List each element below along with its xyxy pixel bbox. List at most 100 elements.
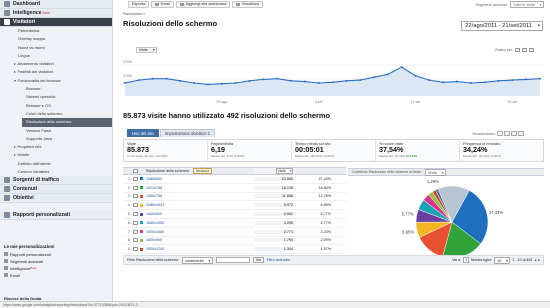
row-resolution-link[interactable]: 1024x768	[146, 186, 254, 190]
row-resolution-link[interactable]: 1280x1024	[146, 203, 254, 207]
email-icon	[4, 273, 8, 277]
sidebar-item-java[interactable]: Supporto Java	[0, 135, 112, 143]
segments-select[interactable]: Tutte le visite	[509, 1, 544, 8]
row-checkbox[interactable]	[133, 238, 138, 243]
sidebar-item-risoluzioni[interactable]: Risoluzioni dello schermo	[22, 118, 112, 127]
metric-dropdown[interactable]: Visite	[136, 47, 157, 53]
row-visits: 23.550	[254, 176, 296, 181]
row-resolution-link[interactable]: 1920x1080	[146, 230, 254, 234]
table-row[interactable]: 9. 1920x1200 1.344 1,57%	[123, 245, 346, 255]
row-color-swatch	[140, 230, 143, 234]
reports-icon	[4, 252, 8, 256]
row-resolution-link[interactable]: 1440x900	[146, 212, 254, 216]
email-button[interactable]: Email	[151, 1, 175, 8]
row-visits: 4.962	[254, 212, 296, 217]
day-icon[interactable]	[515, 48, 520, 52]
row-resolution-link[interactable]: 1680x1050	[146, 221, 254, 225]
row-percent: 18,80%	[318, 185, 331, 190]
rows-per-page-select[interactable]: 10	[494, 256, 511, 264]
sidebar-item-definito[interactable]: Definito dall'utente	[0, 160, 112, 168]
sidebar-item-custom[interactable]: Custom Variables	[0, 168, 112, 176]
visits-line-chart[interactable]: 4.000 4.000 29 ago 5 set 12 set 19 set	[121, 55, 544, 105]
prev-page-icon[interactable]: ◂	[534, 258, 536, 262]
settings-item-segments[interactable]: Segmenti avanzati	[4, 258, 109, 265]
sidebar-item-lingue[interactable]: Lingue	[0, 52, 112, 60]
tab-goal-set[interactable]: Impostazione obiettivo 1	[159, 129, 216, 137]
table-row[interactable]: 3. 1366x768 11.836 13,78%	[123, 193, 346, 202]
row-checkbox[interactable]	[133, 203, 138, 208]
next-page-icon[interactable]: ▸	[538, 258, 540, 262]
nav-sorgenti[interactable]: Sorgenti di traffico	[0, 176, 112, 186]
row-checkbox[interactable]	[133, 194, 138, 199]
secondary-dimension-select[interactable]: Nessuna	[193, 168, 213, 174]
settings-item-reports[interactable]: Rapporti personalizzati	[4, 251, 109, 258]
sidebar-item-panoramica[interactable]: Panoramica	[0, 27, 112, 35]
month-icon[interactable]	[529, 48, 534, 52]
row-checkbox[interactable]	[133, 176, 138, 181]
row-resolution-link[interactable]: 1920x1200	[146, 247, 254, 251]
sidebar-item-rete[interactable]: Proprietà rete	[0, 143, 112, 151]
table-row[interactable]: 4. 1280x1024 5.972 6,95%	[123, 201, 346, 211]
sidebar-item-andamento[interactable]: Andamento visitatori	[0, 60, 112, 68]
sidebar-item-overlay[interactable]: Overlay mappa	[0, 35, 112, 43]
row-resolution-link[interactable]: 1366x768	[146, 194, 254, 198]
sidebar-item-browser[interactable]: Browser	[0, 85, 112, 93]
bar-view-icon[interactable]	[511, 131, 517, 136]
sidebar-item-fedelta[interactable]: Fedeltà dei visitatori	[0, 68, 112, 76]
sidebar-item-browser-os[interactable]: Browser e OS	[0, 102, 112, 110]
table-row[interactable]: 6. 1680x1050 4.095 4,77%	[123, 219, 346, 228]
row-checkbox[interactable]	[133, 212, 138, 217]
sidebar-item-nuovi[interactable]: Nuovi vs ritorni	[0, 44, 112, 52]
main-content: Esporta Email Aggiungi alla dashboard Vi…	[119, 0, 550, 308]
nav-intelligence[interactable]: Intelligence Beta	[0, 9, 112, 18]
graph-by-control[interactable]: Grafico per:	[495, 48, 534, 52]
sidebar-item-flash[interactable]: Versioni Flash	[0, 127, 112, 135]
row-resolution-link[interactable]: 1600x900	[146, 238, 254, 242]
row-resolution-link[interactable]: 1280x800	[146, 177, 254, 181]
table-row[interactable]: 8. 1600x900 1.794 2,09%	[123, 237, 346, 246]
sidebar-item-funzionalita[interactable]: Funzionalità del browser	[0, 77, 112, 85]
row-checkbox[interactable]	[133, 185, 138, 190]
table-row[interactable]: 7. 1920x1080 2.771 3,23%	[123, 228, 346, 237]
settings-item-intelligence[interactable]: Intelligence Beta	[4, 265, 109, 272]
x-tick-label: 5 set	[315, 100, 323, 104]
pie-metric-select[interactable]: Visite	[424, 168, 447, 176]
nav-obiettivi[interactable]: Obiettivi	[0, 194, 112, 204]
data-point	[359, 79, 362, 82]
add-dashboard-button[interactable]: Aggiungi alla dashboard	[176, 1, 231, 8]
filter-mode-select[interactable]: contenente	[181, 256, 213, 264]
table-view-icon[interactable]	[497, 131, 503, 136]
tab-site-usage[interactable]: Uso del sito	[127, 129, 159, 137]
table-row[interactable]: 1. 1280x800 23.550 27,43%	[123, 175, 346, 184]
table-row[interactable]: 5. 1440x900 4.962 5,77%	[123, 210, 346, 219]
filter-input[interactable]	[215, 257, 250, 263]
advanced-filter-link[interactable]: Filtro avanzato	[267, 258, 291, 262]
row-checkbox[interactable]	[133, 247, 138, 252]
sidebar-item-mobile[interactable]: Mobile	[0, 151, 112, 159]
breadcrumb[interactable]: Panoramica »	[123, 12, 145, 16]
col-resolution[interactable]: Risoluzione dello schermo	[146, 169, 189, 173]
table-row[interactable]: 2. 1024x768 16.139 18,80%	[123, 184, 346, 193]
col-visits-select[interactable]: Visite	[275, 168, 293, 174]
nav-visitatori[interactable]: Visitatori	[0, 18, 112, 27]
goto-page-input[interactable]: 1	[463, 257, 470, 263]
pie-view-icon[interactable]	[504, 131, 510, 136]
nav-contenuti[interactable]: Contenuti	[0, 185, 112, 195]
compare-view-icon[interactable]	[518, 131, 524, 136]
row-number: 9.	[127, 247, 131, 252]
visualize-button[interactable]: Visualizza	[232, 1, 263, 8]
date-range-picker[interactable]: 22/ago/2011 - 21/set/2011	[461, 21, 543, 31]
row-checkbox[interactable]	[133, 220, 138, 225]
select-all-checkbox[interactable]	[133, 169, 138, 173]
row-checkbox[interactable]	[133, 229, 138, 234]
sidebar-item-os[interactable]: Sistemi operativi	[0, 93, 112, 101]
nav-dashboard[interactable]: Dashboard	[0, 0, 112, 9]
filter-go-button[interactable]: Vai	[252, 257, 264, 263]
export-button[interactable]: Esporta	[128, 1, 150, 8]
settings-item-email[interactable]: Email	[4, 272, 109, 279]
sidebar-item-colori[interactable]: Colori dello schermo	[0, 110, 112, 118]
week-icon[interactable]	[522, 48, 527, 52]
data-point	[414, 74, 417, 77]
nav-rapporti[interactable]: Rapporti personalizzati	[0, 211, 112, 221]
data-point	[234, 82, 237, 84]
